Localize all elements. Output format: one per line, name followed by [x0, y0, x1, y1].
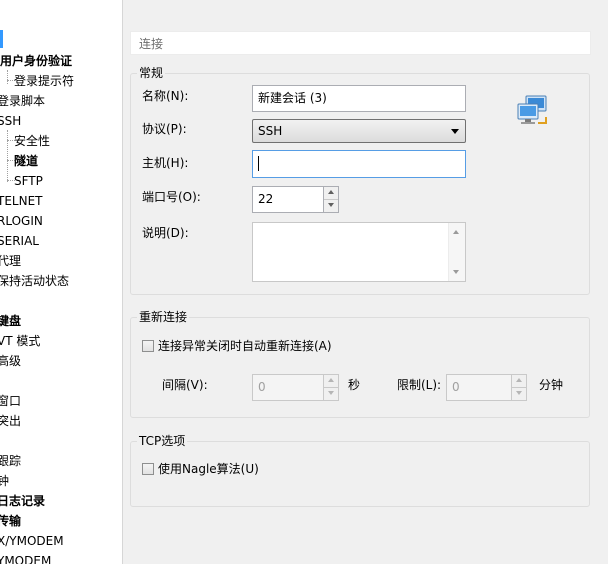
up-arrow-icon [328, 378, 334, 382]
protocol-select[interactable]: SSH [252, 119, 466, 143]
tree-item-highlight[interactable]: 突出 [0, 412, 21, 430]
text-caret [258, 156, 259, 171]
down-arrow-icon [328, 202, 334, 207]
interval-field[interactable]: 0 [252, 374, 324, 401]
port-field[interactable]: 22 [252, 186, 324, 213]
name-field[interactable]: 新建会话 (3) [252, 85, 466, 112]
down-arrow-icon [516, 390, 522, 395]
description-scrollbar[interactable] [448, 223, 465, 281]
tree-item-bell[interactable]: 钟 [0, 472, 9, 490]
host-label: 主机(H): [142, 156, 189, 170]
tree-item-security[interactable]: 安全性 [14, 132, 50, 150]
tcp-legend: TCP选项 [137, 433, 188, 449]
limit-decrement-button[interactable] [512, 388, 526, 401]
tree-item-xymodem[interactable]: X/YMODEM [0, 532, 64, 550]
tree-item-login-prompt[interactable]: 登录提示符 [14, 72, 74, 90]
scroll-down-icon[interactable] [453, 270, 459, 274]
tree-connector [7, 130, 8, 182]
tree-item-window[interactable]: 窗口 [0, 392, 21, 410]
chevron-down-icon [451, 129, 459, 134]
network-computers-icon [516, 95, 550, 127]
up-arrow-icon [516, 378, 522, 382]
tree-item-login-script[interactable]: 登录脚本 [0, 92, 45, 110]
tree-item-sftp[interactable]: SFTP [14, 172, 43, 190]
scroll-up-icon[interactable] [453, 230, 459, 234]
interval-stepper[interactable] [323, 374, 339, 401]
host-field[interactable] [252, 150, 466, 178]
interval-decrement-button[interactable] [324, 388, 338, 401]
limit-unit: 分钟 [539, 378, 564, 392]
tree-item-transfer[interactable]: 传输 [0, 512, 21, 530]
description-field[interactable] [252, 222, 466, 282]
tree-item-rlogin[interactable]: RLOGIN [0, 212, 43, 230]
protocol-select-value: SSH [258, 124, 283, 138]
tree-item-logging[interactable]: 日志记录 [0, 492, 45, 510]
interval-unit: 秒 [348, 378, 361, 392]
port-decrement-button[interactable] [324, 200, 338, 213]
general-legend: 常规 [137, 65, 166, 81]
down-arrow-icon [328, 390, 334, 395]
tree-item-serial[interactable]: SERIAL [0, 232, 39, 250]
interval-label: 间隔(V): [162, 378, 208, 392]
interval-increment-button[interactable] [324, 375, 338, 388]
limit-label: 限制(L): [397, 378, 442, 392]
tree-item-telnet[interactable]: TELNET [0, 192, 43, 210]
tree-item-ssh[interactable]: SSH [0, 112, 21, 130]
auto-reconnect-label[interactable]: 连接异常关闭时自动重新连接(A) [158, 338, 332, 354]
limit-field[interactable]: 0 [446, 374, 512, 401]
tree-item-proxy[interactable]: 代理 [0, 252, 21, 270]
limit-increment-button[interactable] [512, 375, 526, 388]
tree-selection-marker [0, 30, 3, 48]
tree-item-auth[interactable]: 用户身份验证 [0, 52, 72, 70]
name-label: 名称(N): [142, 89, 189, 103]
tree-connector [7, 70, 8, 84]
description-label: 说明(D): [142, 226, 189, 240]
port-label: 端口号(O): [142, 190, 201, 204]
tree-item-keepalive[interactable]: 保持活动状态 [0, 272, 69, 290]
tree-item-trace[interactable]: 跟踪 [0, 452, 21, 470]
tree-item-advanced[interactable]: 高级 [0, 352, 21, 370]
port-increment-button[interactable] [324, 187, 338, 200]
nagle-label[interactable]: 使用Nagle算法(U) [158, 461, 259, 477]
port-stepper[interactable] [323, 186, 339, 213]
page-title: 连接 [130, 31, 591, 55]
limit-stepper[interactable] [511, 374, 527, 401]
tree-item-vt-mode[interactable]: VT 模式 [0, 332, 40, 350]
tree-item-tunnel[interactable]: 隧道 [14, 152, 38, 170]
tree-item-ymodem[interactable]: YMODEM [0, 552, 51, 564]
auto-reconnect-checkbox[interactable] [142, 340, 154, 352]
reconnect-legend: 重新连接 [137, 309, 190, 325]
category-tree[interactable]: 用户身份验证 登录提示符 登录脚本 SSH 安全性 隧道 SFTP TELNET… [0, 0, 123, 564]
nagle-checkbox[interactable] [142, 463, 154, 475]
up-arrow-icon [328, 190, 334, 194]
reconnect-group: 重新连接 [130, 309, 590, 418]
tree-item-keyboard[interactable]: 键盘 [0, 312, 21, 330]
protocol-label: 协议(P): [142, 122, 187, 136]
